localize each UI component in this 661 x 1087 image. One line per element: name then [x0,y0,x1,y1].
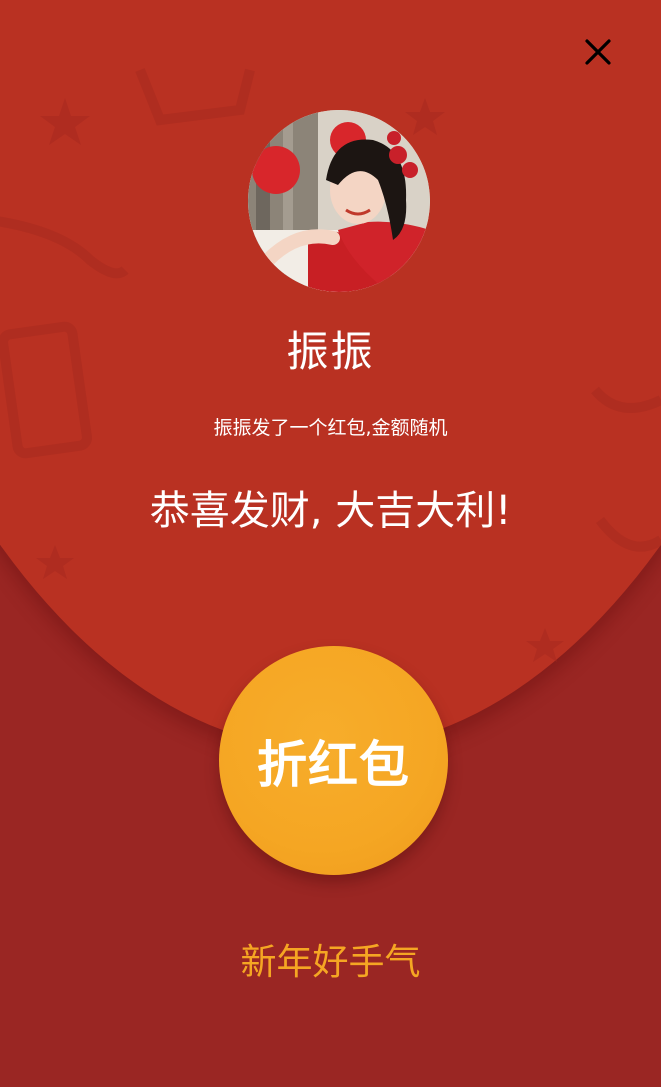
avatar-photo [248,110,430,292]
close-button[interactable] [578,32,618,72]
open-button-label: 折红包 [257,735,410,794]
close-icon [585,39,611,65]
sender-name: 振振 [286,327,375,376]
red-envelope: 振振 振振发了一个红包,金额随机 恭喜发财, 大吉大利! 折红包 新年好手气 [0,0,661,1087]
sender-avatar [248,110,430,292]
envelope-subtitle: 振振发了一个红包,金额随机 [213,417,448,439]
footer-text: 新年好手气 [240,942,421,983]
greeting-message: 恭喜发财, 大吉大利! [149,488,512,534]
open-envelope-button[interactable]: 折红包 [219,646,448,875]
